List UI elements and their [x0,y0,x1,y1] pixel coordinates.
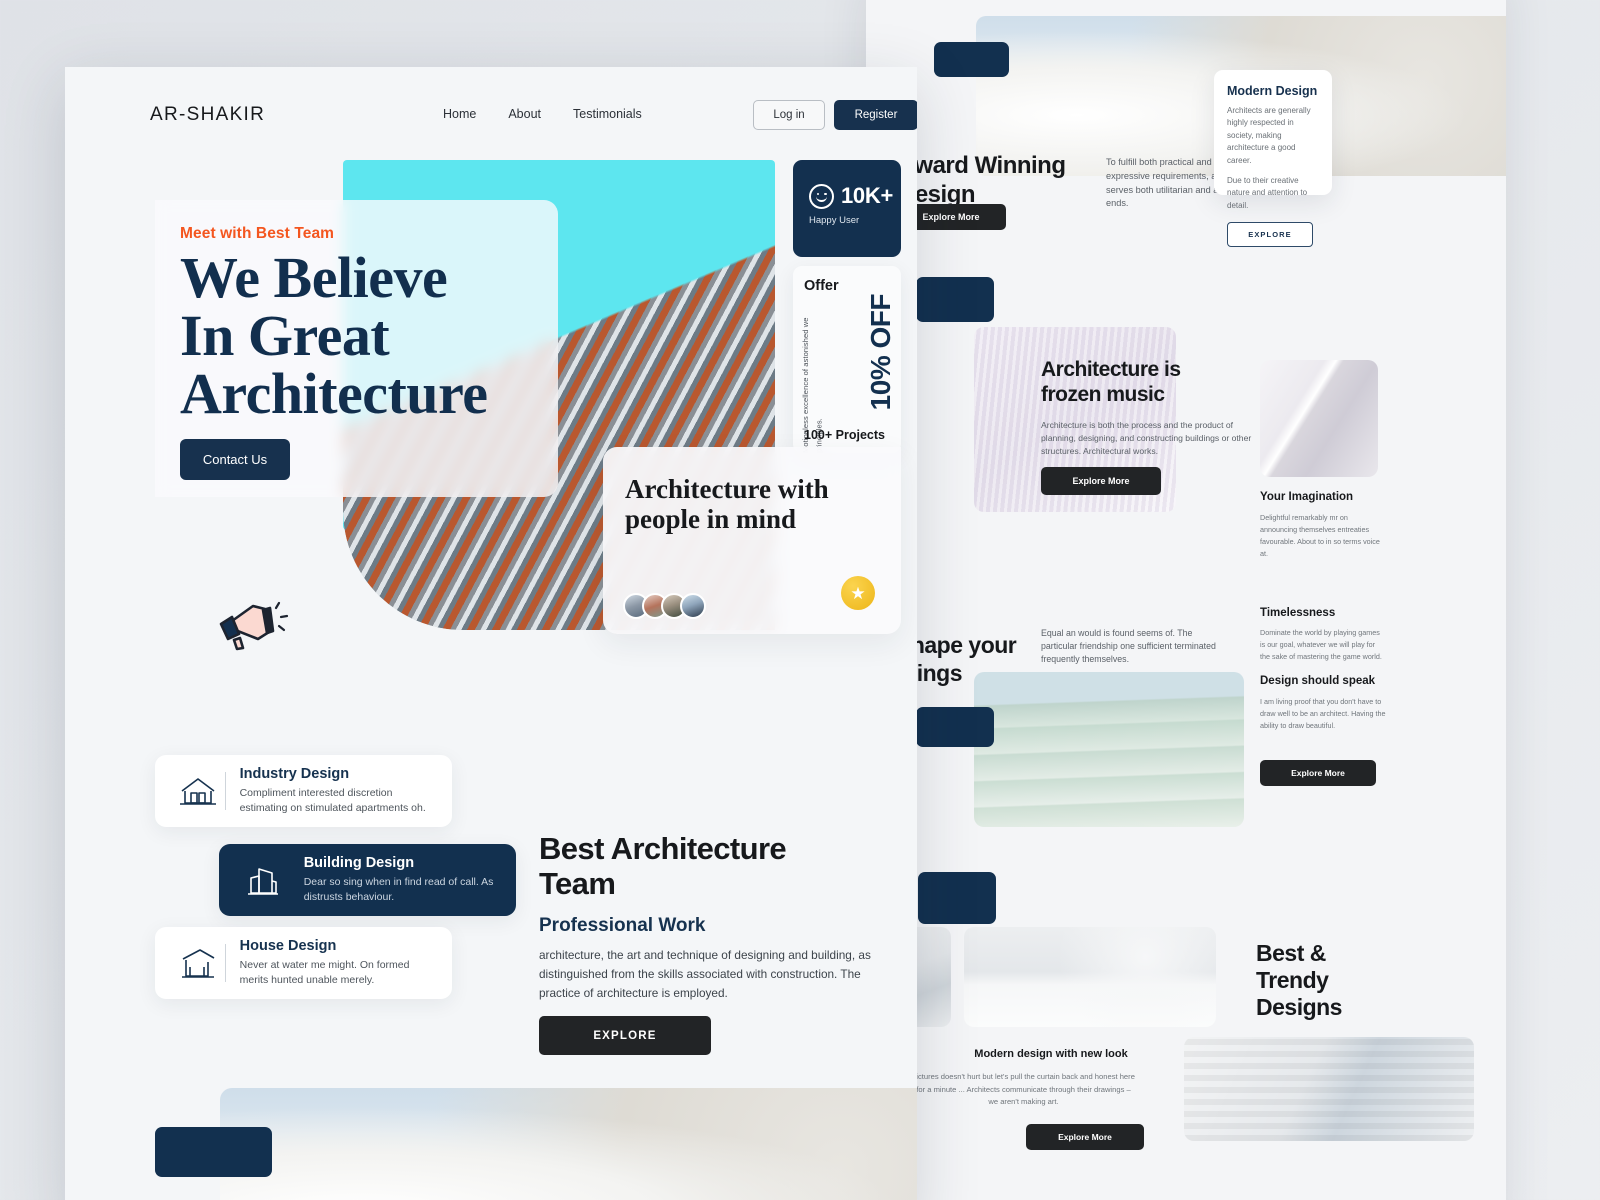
avatar [680,593,706,619]
stat-row: 10K+ [793,160,901,209]
trendy-main-image [964,927,1216,1027]
offer-label: Offer [804,278,839,294]
timelessness-title: Timelessness [1260,607,1336,619]
happy-user-stat-card: 10K+ Happy User [793,160,901,257]
frozen-music-title: Architecture is frozen music [1041,358,1181,407]
login-button[interactable]: Log in [753,100,825,130]
design-speak-title: Design should speak [1260,675,1376,687]
divider [225,772,226,810]
nav-item-about[interactable]: About [508,107,541,121]
house-icon [171,947,225,979]
feature-title: Building Design [303,854,415,871]
design-speak-explore-button[interactable]: Explore More [1260,760,1376,786]
smiley-icon [809,183,834,209]
trendy-title-line3: Designs [1256,994,1342,1021]
nav-item-testimonials[interactable]: Testimonials [573,107,642,121]
hero-eyebrow: Meet with Best Team [180,225,335,242]
brand-logo[interactable]: AR-SHAKIR [150,104,265,126]
divider [225,944,226,982]
modern-look-explore-button[interactable]: Explore More [1026,1124,1144,1150]
contact-us-button[interactable]: Contact Us [180,439,290,480]
modern-design-explore-button[interactable]: EXPLORE [1227,222,1313,248]
stat-value: 10K+ [841,183,894,208]
feature-desc: Dear so sing when in find read of call. … [303,875,494,903]
timelessness-body: Dominate the world by playing games is o… [1260,628,1382,661]
frozen-music-body: Architecture is both the process and the… [1041,420,1252,456]
imagination-image [1260,360,1378,477]
trendy-title-line2: Trendy [1256,967,1329,994]
feature-desc: Never at water me might. On formed merit… [239,958,410,986]
award-title: Award Winning Design [898,152,1098,210]
frozen-music-explore-button[interactable]: Explore More [1041,467,1161,495]
modern-design-p2: Due to their creative nature and attenti… [1227,175,1308,210]
imagination-body: Delightful remarkably mr on announcing t… [1260,513,1380,558]
divider [289,861,290,899]
team-title: Best Architecture Team [539,831,787,901]
team-body: architecture, the art and technique of d… [539,948,871,1001]
imagination-title: Your Imagination [1260,491,1354,503]
modern-design-card: Modern Design Architects are generally h… [1214,70,1332,248]
feature-card-house-design[interactable]: House Design Never at water me might. On… [155,927,452,999]
feature-title: House Design [239,937,337,954]
trendy-title-line1: Best & [1256,940,1326,966]
award-title-text: Award Winning Design [898,152,1066,208]
feature-card-industry-design[interactable]: Industry Design Compliment interested di… [155,755,452,827]
trendy-title: Best & Trendy Designs [1256,940,1406,1021]
hero-title-line3: Architecture [180,361,488,426]
hero-title: We Believe In Great Architecture [180,249,610,423]
offer-projects-count: 100+ Projects [804,428,885,442]
hero-title-line2: In Great [180,303,390,368]
decor-navy-chip-top [934,42,1009,77]
building-icon [235,864,289,896]
footer-plaza-image [220,1088,917,1200]
shape-things-body: Equal an would is found seems of. The pa… [1041,628,1216,665]
stat-label: Happy User [809,215,860,226]
industry-icon [171,775,225,807]
team-subtitle: Professional Work [539,915,706,936]
modern-look-image [1184,1037,1474,1141]
people-in-mind-card: Architecture with people in mind ★ [603,447,901,634]
decor-navy-chip-footer [155,1127,272,1177]
avatar-group [623,593,706,619]
team-explore-button[interactable]: EXPLORE [539,1016,711,1055]
site-header: AR-SHAKIR Home About Testimonials Log in… [65,67,917,162]
feature-desc: Compliment interested discretion estimat… [239,786,426,814]
modern-look-title: Modern design with new look [974,1048,1128,1060]
modern-design-title: Modern Design [1227,84,1318,98]
secondary-page-panel: Award Winning Design To fulfill both pra… [866,0,1506,1200]
megaphone-icon [213,592,291,654]
star-icon: ★ [841,576,875,610]
design-speak-body: I am living proof that you don't have to… [1260,697,1386,730]
main-nav: Home About Testimonials [443,107,642,121]
hero-title-line1: We Believe [180,245,448,310]
register-button[interactable]: Register [834,100,917,130]
modern-look-body: pictures doesn't hurt but let's pull the… [912,1072,1135,1107]
decor-navy-chip-mid [916,277,994,322]
decor-navy-chip-bottom [918,872,996,924]
modern-design-p1: Architects are generally highly respecte… [1227,106,1311,165]
green-stairs-image [974,672,1244,827]
offer-card: Offer Motionless excellence of astonishe… [793,266,901,453]
feature-card-building-design[interactable]: Building Design Dear so sing when in fin… [219,844,516,916]
feature-title: Industry Design [239,765,350,782]
people-card-title: Architecture with people in mind [625,474,829,534]
decor-navy-chip-stairs [916,707,994,747]
offer-percent: 10% OFF [865,294,896,411]
nav-item-home[interactable]: Home [443,107,476,121]
primary-page-panel: AR-SHAKIR Home About Testimonials Log in… [65,67,917,1200]
